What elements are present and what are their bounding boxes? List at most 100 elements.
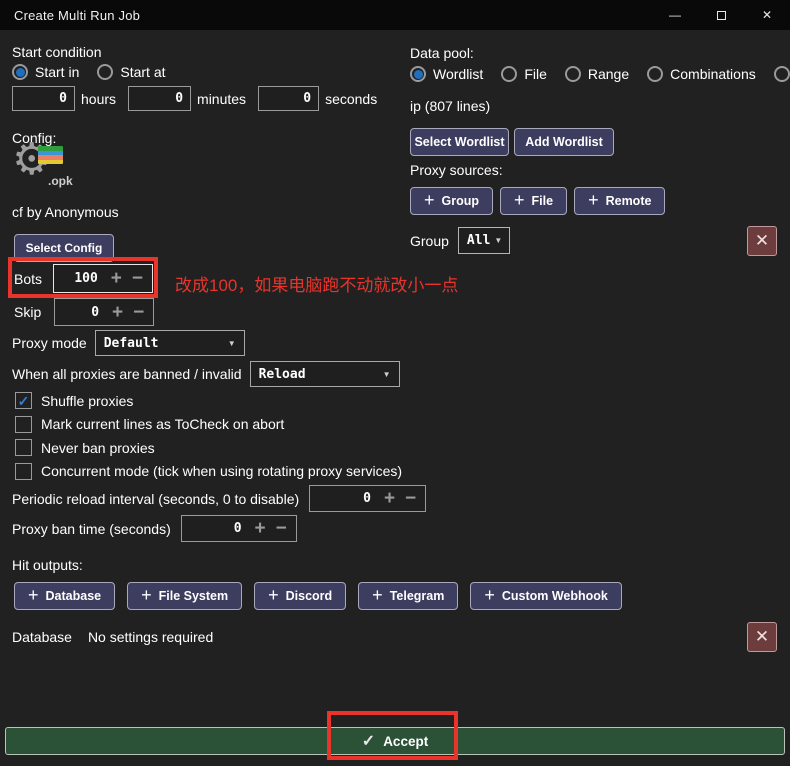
- data-pool-radios: Wordlist File Range Combinations Infinit…: [410, 66, 790, 82]
- select-wordlist-button[interactable]: Select Wordlist: [410, 128, 509, 156]
- minimize-button[interactable]: —: [652, 0, 698, 30]
- banned-action-value: Reload: [259, 367, 375, 382]
- radio-icon: [565, 66, 581, 82]
- checkbox-mark-tocheck[interactable]: ✓ Mark current lines as ToCheck on abort: [15, 416, 402, 433]
- database-output-name: Database: [12, 629, 72, 645]
- decrement-icon[interactable]: −: [271, 519, 292, 538]
- chevron-down-icon: ▼: [220, 339, 236, 348]
- bots-highlight-rectangle: [8, 257, 158, 298]
- select-config-label: Select Config: [26, 241, 103, 255]
- periodic-reload-input[interactable]: 0 + −: [309, 485, 426, 512]
- radio-file[interactable]: File: [501, 66, 547, 82]
- close-button[interactable]: ✕: [744, 0, 790, 30]
- skip-label: Skip: [14, 304, 41, 320]
- increment-icon[interactable]: +: [250, 519, 271, 538]
- checkbox-icon: ✓: [15, 416, 32, 433]
- radio-start-at-label: Start at: [120, 64, 165, 80]
- start-in-time-inputs: 0 hours 0 minutes 0 seconds: [12, 86, 377, 111]
- plus-icon: +: [372, 586, 383, 604]
- database-output-status: No settings required: [88, 629, 213, 645]
- proxy-mode-row: Proxy mode Default ▼: [12, 330, 245, 356]
- data-pool-label: Data pool:: [410, 45, 474, 61]
- radio-infinite[interactable]: Infinite: [774, 66, 790, 82]
- proxy-sources-label: Proxy sources:: [410, 162, 503, 178]
- periodic-reload-label: Periodic reload interval (seconds, 0 to …: [12, 491, 299, 507]
- start-condition-label: Start condition: [12, 44, 102, 60]
- wordlist-info: ip (807 lines): [410, 98, 490, 114]
- proxy-sources-buttons: + Group + File + Remote: [410, 187, 665, 215]
- radio-icon: [97, 64, 113, 80]
- create-multi-run-job-dialog: Create Multi Run Job — ✕ Start condition…: [0, 0, 790, 766]
- radio-icon: [774, 66, 790, 82]
- skip-input[interactable]: 0 + −: [54, 298, 154, 326]
- add-remote-source-button[interactable]: + Remote: [574, 187, 665, 215]
- close-icon: ✕: [762, 8, 772, 22]
- hit-outputs-buttons: + Database + File System + Discord + Tel…: [14, 582, 622, 610]
- decrement-icon[interactable]: −: [400, 489, 421, 508]
- maximize-button[interactable]: [698, 0, 744, 30]
- button-label: Discord: [286, 589, 333, 603]
- checkbox-never-ban[interactable]: ✓ Never ban proxies: [15, 439, 402, 456]
- group-label: Group: [410, 233, 449, 249]
- checkbox-shuffle-proxies[interactable]: ✓ Shuffle proxies: [15, 392, 402, 409]
- seconds-label: seconds: [325, 91, 377, 107]
- config-file-extension: .opk: [48, 174, 73, 188]
- radio-start-in-label: Start in: [35, 64, 79, 80]
- proxy-ban-time-row: Proxy ban time (seconds) 0 + −: [12, 515, 297, 542]
- radio-wordlist-label: Wordlist: [433, 66, 483, 82]
- plus-icon: +: [588, 191, 599, 209]
- radio-file-label: File: [524, 66, 547, 82]
- button-label: Telegram: [390, 589, 445, 603]
- plus-icon: +: [424, 191, 435, 209]
- radio-combinations[interactable]: Combinations: [647, 66, 756, 82]
- window-title: Create Multi Run Job: [0, 8, 140, 23]
- close-icon: ✕: [755, 231, 769, 251]
- proxy-ban-time-value: 0: [182, 521, 250, 536]
- increment-icon[interactable]: +: [379, 489, 400, 508]
- checkbox-label: Never ban proxies: [41, 440, 155, 456]
- add-filesystem-output-button[interactable]: + File System: [127, 582, 242, 610]
- add-database-output-button[interactable]: + Database: [14, 582, 115, 610]
- add-custom-webhook-output-button[interactable]: + Custom Webhook: [470, 582, 622, 610]
- add-wordlist-button[interactable]: Add Wordlist: [514, 128, 614, 156]
- remove-group-source-button[interactable]: ✕: [747, 226, 777, 256]
- radio-icon: [501, 66, 517, 82]
- add-telegram-output-button[interactable]: + Telegram: [358, 582, 458, 610]
- remove-database-output-button[interactable]: ✕: [747, 622, 777, 652]
- banned-action-select[interactable]: Reload ▼: [250, 361, 400, 387]
- group-select[interactable]: All ▼: [458, 227, 510, 254]
- checkbox-label: Concurrent mode (tick when using rotatin…: [41, 463, 402, 479]
- skip-value: 0: [55, 305, 107, 320]
- database-output-row: Database No settings required: [12, 629, 213, 645]
- add-file-source-button[interactable]: + File: [500, 187, 567, 215]
- add-group-source-button[interactable]: + Group: [410, 187, 493, 215]
- proxy-ban-time-input[interactable]: 0 + −: [181, 515, 297, 542]
- radio-icon: [12, 64, 28, 80]
- hours-input[interactable]: 0: [12, 86, 75, 111]
- decrement-icon[interactable]: −: [128, 303, 149, 322]
- radio-combinations-label: Combinations: [670, 66, 756, 82]
- proxy-group-row: Group All ▼: [410, 227, 510, 254]
- title-bar: Create Multi Run Job — ✕: [0, 0, 790, 30]
- radio-wordlist[interactable]: Wordlist: [410, 66, 483, 82]
- radio-start-in[interactable]: Start in: [12, 64, 79, 80]
- button-label: Group: [442, 194, 480, 208]
- checkbox-label: Mark current lines as ToCheck on abort: [41, 416, 284, 432]
- banned-action-row: When all proxies are banned / invalid Re…: [12, 361, 400, 387]
- skip-row: Skip 0 + −: [14, 298, 154, 326]
- minutes-value: 0: [129, 91, 190, 106]
- plus-icon: +: [141, 586, 152, 604]
- proxy-mode-select[interactable]: Default ▼: [95, 330, 245, 356]
- seconds-input[interactable]: 0: [258, 86, 319, 111]
- button-label: File System: [159, 589, 228, 603]
- radio-start-at[interactable]: Start at: [97, 64, 165, 80]
- radio-range[interactable]: Range: [565, 66, 629, 82]
- add-discord-output-button[interactable]: + Discord: [254, 582, 346, 610]
- increment-icon[interactable]: +: [107, 303, 128, 322]
- bots-annotation-text: 改成100，如果电脑跑不动就改小一点: [175, 271, 458, 296]
- plus-icon: +: [28, 586, 39, 604]
- accept-highlight-rectangle: [327, 711, 458, 760]
- minutes-input[interactable]: 0: [128, 86, 191, 111]
- checkbox-concurrent-mode[interactable]: ✓ Concurrent mode (tick when using rotat…: [15, 463, 402, 480]
- button-label: Database: [46, 589, 102, 603]
